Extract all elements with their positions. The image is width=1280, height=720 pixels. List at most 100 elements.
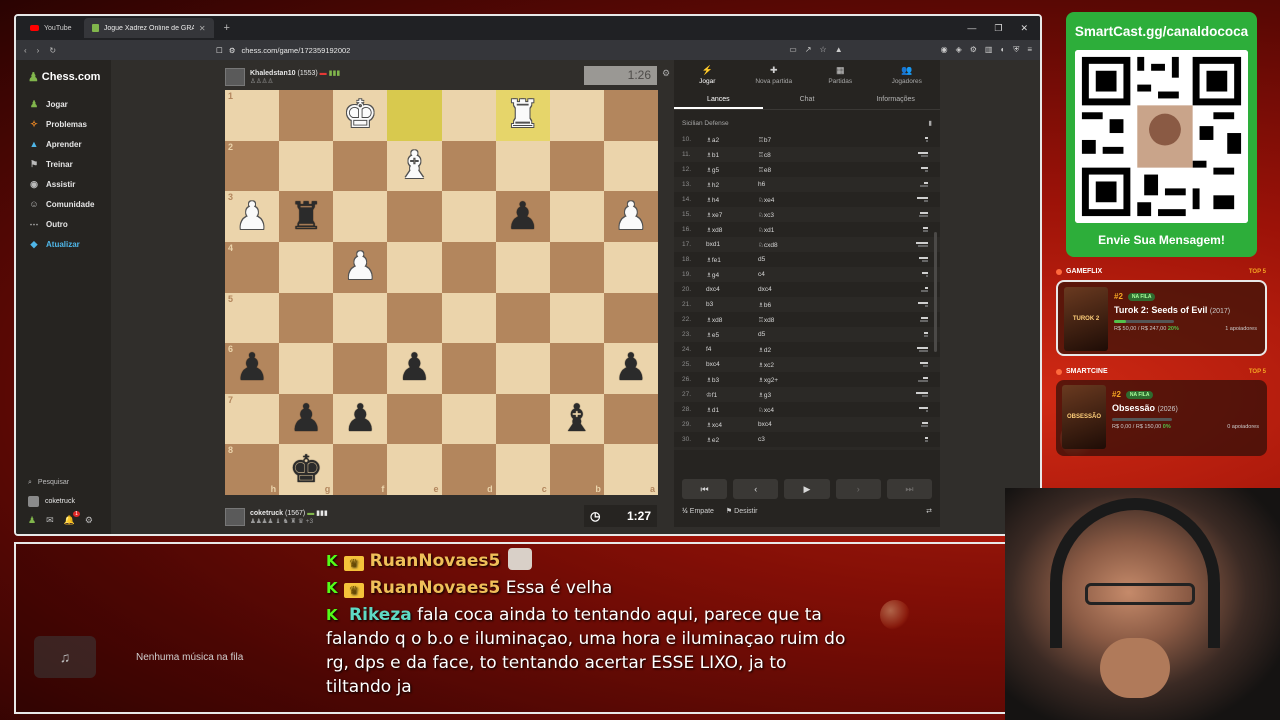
square-e4[interactable] xyxy=(387,241,442,293)
square-d8[interactable]: d xyxy=(441,444,496,495)
player-avatar[interactable] xyxy=(225,508,245,526)
square-d2[interactable] xyxy=(441,140,496,192)
forward-icon[interactable]: › xyxy=(37,46,40,55)
profile-link[interactable]: coketruck xyxy=(16,492,111,511)
book-icon[interactable]: ▮ xyxy=(928,119,932,127)
square-d5[interactable] xyxy=(441,292,496,344)
opening-name[interactable]: Sicilian Defense xyxy=(682,120,729,127)
square-f3[interactable] xyxy=(333,191,388,242)
square-b8[interactable]: b xyxy=(549,444,604,495)
square-c8[interactable]: c xyxy=(495,444,550,495)
white-move[interactable]: dxc4 xyxy=(706,286,720,293)
black-move[interactable]: ♗g3 xyxy=(758,391,810,399)
square-c6[interactable] xyxy=(495,343,550,394)
close-window-icon[interactable]: ✕ xyxy=(1020,23,1028,34)
black-move[interactable]: c3 xyxy=(758,436,810,443)
white-move[interactable]: ♗h4 xyxy=(706,197,719,204)
black-bishop-piece[interactable]: ♝ xyxy=(560,400,594,438)
black-move[interactable]: ♗xc2 xyxy=(758,361,810,369)
black-move[interactable]: ♖b7 xyxy=(758,136,810,144)
square-c1[interactable]: ♜ xyxy=(495,90,550,141)
tab-chess[interactable]: Jogue Xadrez Online de GRA... ✕ xyxy=(83,18,214,38)
white-move[interactable]: ♗h2 xyxy=(706,182,719,189)
square-a3[interactable]: ♟ xyxy=(603,191,658,242)
square-f8[interactable]: f xyxy=(333,444,388,495)
black-pawn-piece[interactable]: ♟ xyxy=(506,198,540,236)
black-move[interactable]: ♖xd8 xyxy=(758,316,810,324)
square-h7[interactable]: 7 xyxy=(225,393,280,445)
star-icon[interactable]: ☆ xyxy=(820,45,827,55)
square-a5[interactable] xyxy=(603,292,658,344)
square-b3[interactable] xyxy=(549,191,604,242)
url-field[interactable]: ☐ ⚙ chess.com/game/172359192002 xyxy=(216,46,350,55)
square-e6[interactable]: ♟ xyxy=(387,343,442,394)
player-name[interactable]: coketruck xyxy=(250,510,283,517)
square-h6[interactable]: 6 ♟ xyxy=(225,343,280,394)
black-move[interactable]: c4 xyxy=(758,271,810,278)
white-move[interactable]: b3 xyxy=(706,301,713,308)
black-move[interactable]: ♗d2 xyxy=(758,346,810,354)
white-move[interactable]: ♗xe7 xyxy=(706,212,722,219)
black-move[interactable]: d5 xyxy=(758,256,810,263)
black-move[interactable]: ♘cxd8 xyxy=(758,241,810,249)
square-h2[interactable]: 2 xyxy=(225,140,280,192)
square-d3[interactable] xyxy=(441,191,496,242)
square-b2[interactable] xyxy=(549,140,604,192)
resign-button[interactable]: ⚑ Desistir xyxy=(726,507,758,515)
square-e5[interactable] xyxy=(387,292,442,344)
sidebar-icon[interactable]: ▥ xyxy=(985,45,993,55)
black-pawn-piece[interactable]: ♟ xyxy=(289,400,323,438)
opponent-name[interactable]: Khaledstan10 xyxy=(250,70,296,77)
white-pawn-piece[interactable]: ♟ xyxy=(235,198,269,236)
black-pawn-piece[interactable]: ♟ xyxy=(235,349,269,387)
profile-icon[interactable]: ◐ xyxy=(1000,45,1005,55)
search-button[interactable]: ⌕ Pesquisar xyxy=(16,473,111,492)
black-move[interactable]: ♗b6 xyxy=(758,301,810,309)
tab-partidas[interactable]: ▦ Partidas xyxy=(807,60,874,90)
square-c3[interactable]: ♟ xyxy=(495,191,550,242)
shield-icon[interactable]: ⛨ xyxy=(1013,45,1019,55)
square-d1[interactable] xyxy=(441,90,496,141)
mail-icon[interactable]: ✉ xyxy=(46,515,54,526)
square-f1[interactable]: ♚ xyxy=(333,90,388,141)
white-move[interactable]: ♗fe1 xyxy=(706,257,721,264)
square-a8[interactable]: a xyxy=(603,444,658,495)
square-g7[interactable]: ♟ xyxy=(279,393,334,445)
first-move-button[interactable]: ⏮ xyxy=(682,479,728,499)
square-b7[interactable]: ♝ xyxy=(549,393,604,445)
square-e3[interactable] xyxy=(387,191,442,242)
white-pawn-piece[interactable]: ♟ xyxy=(614,198,648,236)
square-d4[interactable] xyxy=(441,241,496,293)
square-h3[interactable]: 3 ♟ xyxy=(225,191,280,242)
square-g6[interactable] xyxy=(279,343,334,394)
white-move[interactable]: ♗xc4 xyxy=(706,422,722,429)
black-pawn-piece[interactable]: ♟ xyxy=(343,400,377,438)
next-move-button[interactable]: › xyxy=(835,479,881,499)
white-move[interactable]: bxc4 xyxy=(706,361,720,368)
menu-icon[interactable]: ≡ xyxy=(1027,45,1032,55)
square-c4[interactable] xyxy=(495,241,550,293)
settings-icon[interactable]: ⚙ xyxy=(970,45,977,55)
tab-nova-partida[interactable]: ✚ Nova partida xyxy=(741,60,808,90)
white-king-piece[interactable]: ♚ xyxy=(343,96,377,134)
play-button[interactable]: ▶ xyxy=(784,479,830,499)
sidebar-item-jogar[interactable]: ♟ Jogar xyxy=(16,94,111,114)
share-icon[interactable]: ↗ xyxy=(805,45,812,55)
board-settings-icon[interactable]: ⚙ xyxy=(662,68,670,79)
tab-youtube[interactable]: YouTube xyxy=(22,18,80,38)
square-f6[interactable] xyxy=(333,343,388,394)
chess-logo[interactable]: ♟ Chess.com xyxy=(16,68,111,86)
black-move[interactable]: ♘xc3 xyxy=(758,211,810,219)
sidebar-item-atualizar[interactable]: ◆ Atualizar xyxy=(16,234,111,254)
screen-icon[interactable]: ▭ xyxy=(789,45,797,55)
white-move[interactable]: ♗b3 xyxy=(706,377,719,384)
minimize-icon[interactable]: — xyxy=(967,23,976,34)
subtab-chat[interactable]: Chat xyxy=(763,90,852,109)
black-pawn-piece[interactable]: ♟ xyxy=(397,349,431,387)
square-c2[interactable] xyxy=(495,140,550,192)
square-c5[interactable] xyxy=(495,292,550,344)
bookmark-icon[interactable]: ☐ xyxy=(216,46,223,55)
black-move[interactable]: ♘xc4 xyxy=(758,406,810,414)
square-d7[interactable] xyxy=(441,393,496,445)
square-h5[interactable]: 5 xyxy=(225,292,280,344)
